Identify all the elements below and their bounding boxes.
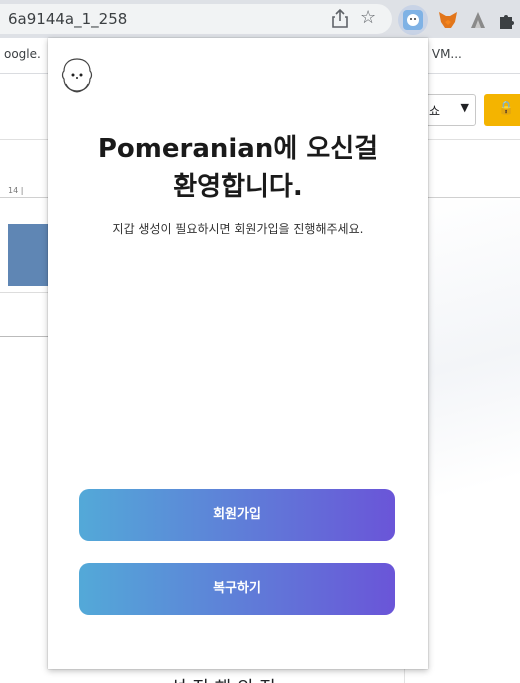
welcome-title-line1: Pomeranian에 오신걸 bbox=[97, 134, 379, 164]
url-text: 6a9144a_1_258 bbox=[8, 10, 128, 28]
bookmark-item[interactable]: | VM... bbox=[424, 47, 462, 61]
signup-button[interactable]: 회원가입 bbox=[79, 489, 395, 541]
extension-popup: Pomeranian에 오신걸 환영합니다. 지갑 생성이 필요하시면 회원가입… bbox=[48, 38, 428, 669]
pomeranian-extension-icon[interactable] bbox=[401, 8, 425, 32]
welcome-subtitle: 지갑 생성이 필요하시면 회원가입을 진행해주세요. bbox=[112, 222, 364, 236]
puzzle-extensions-icon[interactable] bbox=[496, 8, 520, 32]
divider bbox=[0, 336, 48, 337]
address-bar[interactable]: 6a9144a_1_258 ☆ bbox=[0, 4, 392, 34]
metamask-fox-icon[interactable] bbox=[436, 8, 460, 32]
sort-select-label: 쇼 bbox=[429, 104, 441, 118]
sort-select[interactable]: 쇼 ▼ bbox=[420, 94, 476, 126]
kaikas-extension-icon[interactable] bbox=[466, 8, 490, 32]
pomeranian-logo-icon bbox=[61, 58, 93, 93]
page-bottom-text: 선 진 해 의 진 bbox=[170, 674, 276, 683]
divider bbox=[0, 292, 48, 293]
share-icon[interactable] bbox=[330, 8, 350, 30]
ruler-text: 14 | bbox=[8, 186, 24, 195]
bookmark-item[interactable]: oogle. bbox=[4, 47, 41, 61]
welcome-title-line2: 환영합니다. bbox=[173, 172, 303, 202]
star-icon[interactable]: ☆ bbox=[360, 7, 376, 28]
restore-button[interactable]: 복구하기 bbox=[79, 563, 395, 615]
welcome-title: Pomeranian에 오신걸 환영합니다. bbox=[48, 130, 428, 206]
lock-button[interactable]: 🔒 bbox=[484, 94, 520, 126]
chevron-down-icon: ▼ bbox=[460, 101, 469, 114]
browser-toolbar: 6a9144a_1_258 ☆ bbox=[0, 0, 520, 38]
lock-icon: 🔒 bbox=[498, 101, 515, 116]
